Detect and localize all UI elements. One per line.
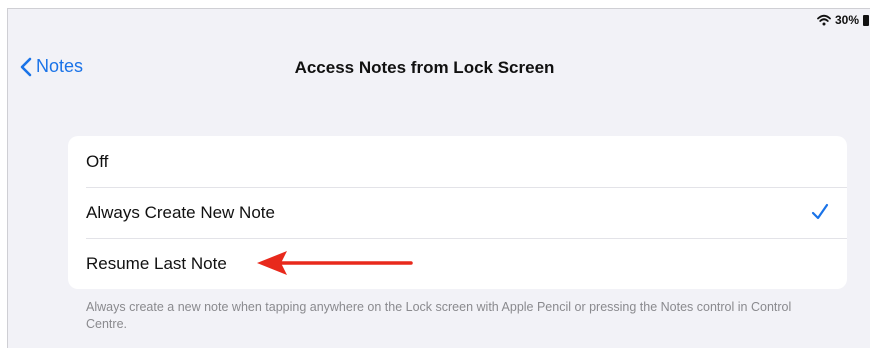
nav-bar: Notes Access Notes from Lock Screen bbox=[8, 49, 870, 89]
option-off[interactable]: Off bbox=[68, 136, 847, 187]
red-arrow-icon bbox=[257, 251, 413, 275]
settings-screen: 30% Notes Access Notes from Lock Screen … bbox=[7, 8, 870, 348]
battery-icon bbox=[863, 14, 869, 26]
option-resume-last-note[interactable]: Resume Last Note bbox=[68, 238, 847, 289]
option-label: Off bbox=[86, 151, 109, 171]
page-title: Access Notes from Lock Screen bbox=[294, 58, 555, 77]
footer-description: Always create a new note when tapping an… bbox=[86, 300, 792, 331]
wifi-icon bbox=[817, 14, 831, 26]
option-label: Resume Last Note bbox=[86, 253, 227, 273]
options-list: Off Always Create New Note Resume Last N… bbox=[68, 136, 847, 289]
option-always-create-new-note[interactable]: Always Create New Note bbox=[68, 187, 847, 238]
status-bar: 30% bbox=[817, 9, 870, 31]
battery-percent: 30% bbox=[834, 13, 859, 27]
option-label: Always Create New Note bbox=[86, 202, 275, 222]
checkmark-icon bbox=[811, 203, 829, 220]
